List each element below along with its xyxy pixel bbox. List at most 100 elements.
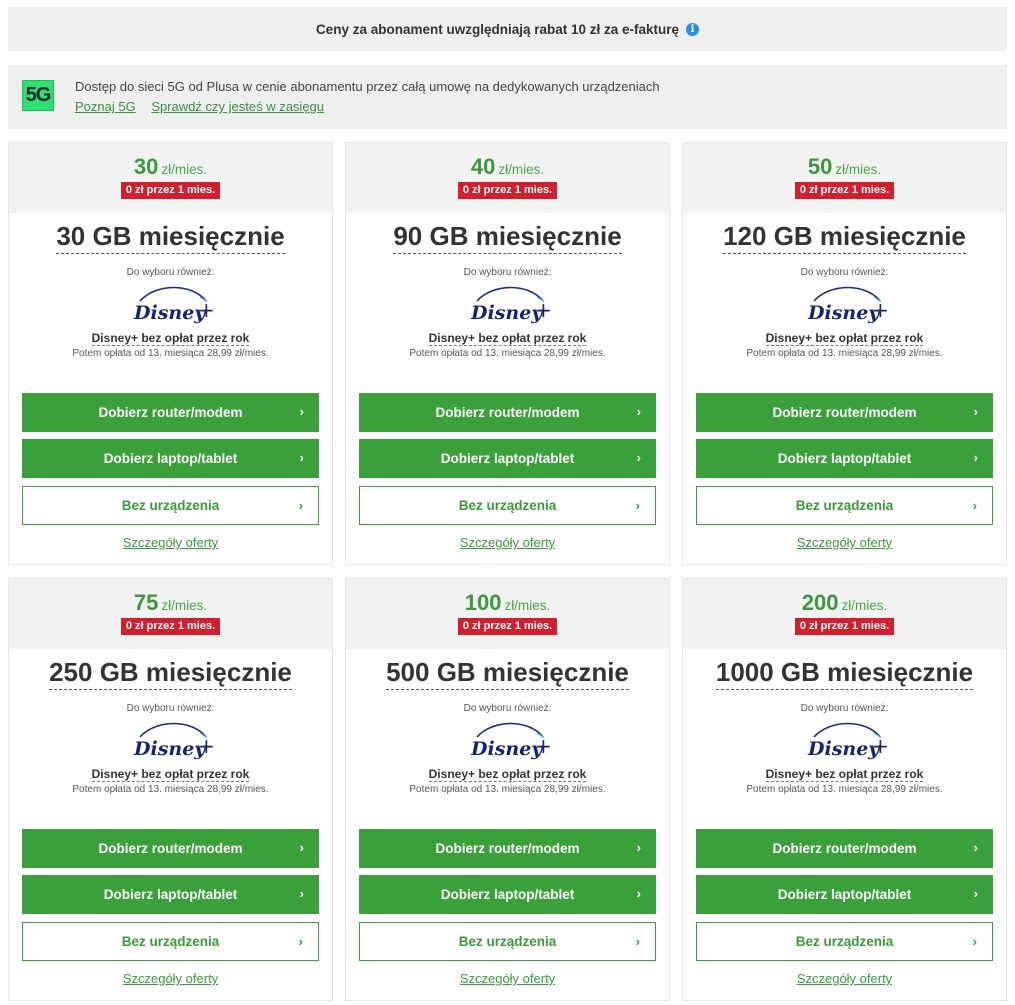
offer-details-link[interactable]: Szczegóły oferty <box>797 535 892 550</box>
chevron-right-icon: › <box>298 498 303 513</box>
choose-router-label: Dobierz router/modem <box>98 841 243 856</box>
also-available-label: Do wyboru również: <box>463 703 552 714</box>
choose-laptop-button[interactable]: Dobierz laptop/tablet › <box>22 875 319 914</box>
learn-5g-link[interactable]: Poznaj 5G <box>75 99 136 114</box>
no-device-label: Bez urządzenia <box>121 934 220 949</box>
chevron-right-icon: › <box>299 404 304 419</box>
choose-laptop-button[interactable]: Dobierz laptop/tablet › <box>696 439 993 478</box>
offer-details-link[interactable]: Szczegóły oferty <box>460 535 555 550</box>
chevron-right-icon: › <box>973 404 978 419</box>
no-device-label: Bez urządzenia <box>458 934 557 949</box>
plan-data-allowance[interactable]: 120 GB miesięcznie <box>723 221 966 254</box>
disney-plus-logo-icon: Disney + <box>470 722 552 760</box>
promo-badge: 0 zł przez 1 mies. <box>457 182 558 199</box>
choose-laptop-button[interactable]: Dobierz laptop/tablet › <box>22 439 319 478</box>
svg-text:+: + <box>872 734 889 758</box>
plan-data-allowance[interactable]: 250 GB miesięcznie <box>49 657 292 690</box>
chevron-right-icon: › <box>636 450 641 465</box>
chevron-right-icon: › <box>636 404 641 419</box>
choose-laptop-label: Dobierz laptop/tablet <box>440 451 575 466</box>
plan-card: 100 zł/mies. 0 zł przez 1 mies. 500 GB mi… <box>345 578 670 1001</box>
choose-router-label: Dobierz router/modem <box>772 405 917 420</box>
plan-data-allowance[interactable]: 90 GB miesięcznie <box>393 221 622 254</box>
check-coverage-link[interactable]: Sprawdź czy jesteś w zasięgu <box>151 99 324 114</box>
disney-offer-title[interactable]: Disney+ bez opłat przez rok <box>428 767 587 782</box>
disney-offer-title[interactable]: Disney+ bez opłat przez rok <box>91 331 250 346</box>
plan-price: 30 <box>133 154 159 179</box>
offer-details-link[interactable]: Szczegóły oferty <box>123 971 218 986</box>
plan-price-unit: zł/mies. <box>161 598 208 613</box>
disney-offer-subtext: Potem opłata od 13. miesiąca 28,99 zł/mi… <box>72 348 269 359</box>
svg-text:Disney: Disney <box>470 738 544 760</box>
no-device-label: Bez urządzenia <box>458 498 557 513</box>
plan-data-allowance[interactable]: 30 GB miesięcznie <box>56 221 285 254</box>
chevron-right-icon: › <box>636 840 641 855</box>
chevron-right-icon: › <box>299 886 304 901</box>
plan-data-allowance[interactable]: 1000 GB miesięcznie <box>715 657 974 690</box>
choose-laptop-label: Dobierz laptop/tablet <box>777 451 912 466</box>
choose-router-button[interactable]: Dobierz router/modem › <box>22 829 319 868</box>
svg-text:+: + <box>198 734 215 758</box>
plan-card: 30 zł/mies. 0 zł przez 1 mies. 30 GB mies… <box>8 142 333 565</box>
disney-plus-logo-icon: Disney + <box>807 286 888 324</box>
choose-router-button[interactable]: Dobierz router/modem › <box>22 393 319 432</box>
no-device-button[interactable]: Bez urządzenia › <box>696 922 993 961</box>
disney-offer-title[interactable]: Disney+ bez opłat przez rok <box>765 767 924 782</box>
chevron-right-icon: › <box>973 450 978 465</box>
plan-card: 75 zł/mies. 0 zł przez 1 mies. 250 GB mie… <box>8 578 333 1001</box>
info-icon[interactable]: i <box>686 22 700 36</box>
disney-offer-subtext: Potem opłata od 13. miesiąca 28,99 zł/mi… <box>746 348 943 359</box>
chevron-right-icon: › <box>635 934 640 949</box>
plan-price-header: 200 zł/mies. 0 zł przez 1 mies. <box>683 579 1006 649</box>
promo-badge: 0 zł przez 1 mies. <box>794 618 895 635</box>
disney-offer-subtext: Potem opłata od 13. miesiąca 28,99 zł/mi… <box>409 348 606 359</box>
choose-laptop-button[interactable]: Dobierz laptop/tablet › <box>696 875 993 914</box>
choose-router-label: Dobierz router/modem <box>435 841 580 856</box>
svg-text:+: + <box>535 734 552 758</box>
offer-details-link[interactable]: Szczegóły oferty <box>123 535 218 550</box>
choose-router-label: Dobierz router/modem <box>98 405 243 420</box>
plan-price-header: 40 zł/mies. 0 zł przez 1 mies. <box>346 143 669 213</box>
disney-offer-subtext: Potem opłata od 13. miesiąca 28,99 zł/mi… <box>409 784 606 795</box>
promo-badge: 0 zł przez 1 mies. <box>794 182 895 199</box>
chevron-right-icon: › <box>973 886 978 901</box>
chevron-right-icon: › <box>298 934 303 949</box>
svg-text:Disney: Disney <box>807 738 881 760</box>
no-device-button[interactable]: Bez urządzenia › <box>22 922 319 961</box>
plan-price-header: 100 zł/mies. 0 zł przez 1 mies. <box>346 579 669 649</box>
disney-plus-logo-icon: Disney + <box>133 286 214 324</box>
svg-text:+: + <box>535 298 552 322</box>
chevron-right-icon: › <box>972 934 977 949</box>
plan-data-allowance[interactable]: 500 GB miesięcznie <box>386 657 629 690</box>
no-device-label: Bez urządzenia <box>795 498 894 513</box>
promo-badge: 0 zł przez 1 mies. <box>457 618 558 635</box>
choose-router-button[interactable]: Dobierz router/modem › <box>359 829 656 868</box>
plan-price-unit: zł/mies. <box>498 162 545 177</box>
offer-details-link[interactable]: Szczegóły oferty <box>797 971 892 986</box>
disney-offer-title[interactable]: Disney+ bez opłat przez rok <box>91 767 250 782</box>
plan-price-header: 75 zł/mies. 0 zł przez 1 mies. <box>9 579 332 649</box>
no-device-button[interactable]: Bez urządzenia › <box>359 486 656 525</box>
chevron-right-icon: › <box>973 840 978 855</box>
choose-router-button[interactable]: Dobierz router/modem › <box>359 393 656 432</box>
plan-card: 40 zł/mies. 0 zł przez 1 mies. 90 GB mies… <box>345 142 670 565</box>
plan-price: 75 <box>133 590 159 615</box>
choose-laptop-label: Dobierz laptop/tablet <box>103 451 238 466</box>
no-device-button[interactable]: Bez urządzenia › <box>22 486 319 525</box>
no-device-button[interactable]: Bez urządzenia › <box>359 922 656 961</box>
chevron-right-icon: › <box>636 886 641 901</box>
offer-details-link[interactable]: Szczegóły oferty <box>460 971 555 986</box>
no-device-button[interactable]: Bez urządzenia › <box>696 486 993 525</box>
disney-offer-title[interactable]: Disney+ bez opłat przez rok <box>765 331 924 346</box>
also-available-label: Do wyboru również: <box>463 267 552 278</box>
plan-price-header: 30 zł/mies. 0 zł przez 1 mies. <box>9 143 332 213</box>
disney-offer-title[interactable]: Disney+ bez opłat przez rok <box>428 331 587 346</box>
choose-laptop-button[interactable]: Dobierz laptop/tablet › <box>359 875 656 914</box>
choose-laptop-label: Dobierz laptop/tablet <box>440 887 575 902</box>
choose-router-button[interactable]: Dobierz router/modem › <box>696 829 993 868</box>
choose-router-button[interactable]: Dobierz router/modem › <box>696 393 993 432</box>
promo-badge: 0 zł przez 1 mies. <box>120 618 221 635</box>
choose-laptop-button[interactable]: Dobierz laptop/tablet › <box>359 439 656 478</box>
plan-price-unit: zł/mies. <box>161 162 208 177</box>
chevron-right-icon: › <box>635 498 640 513</box>
